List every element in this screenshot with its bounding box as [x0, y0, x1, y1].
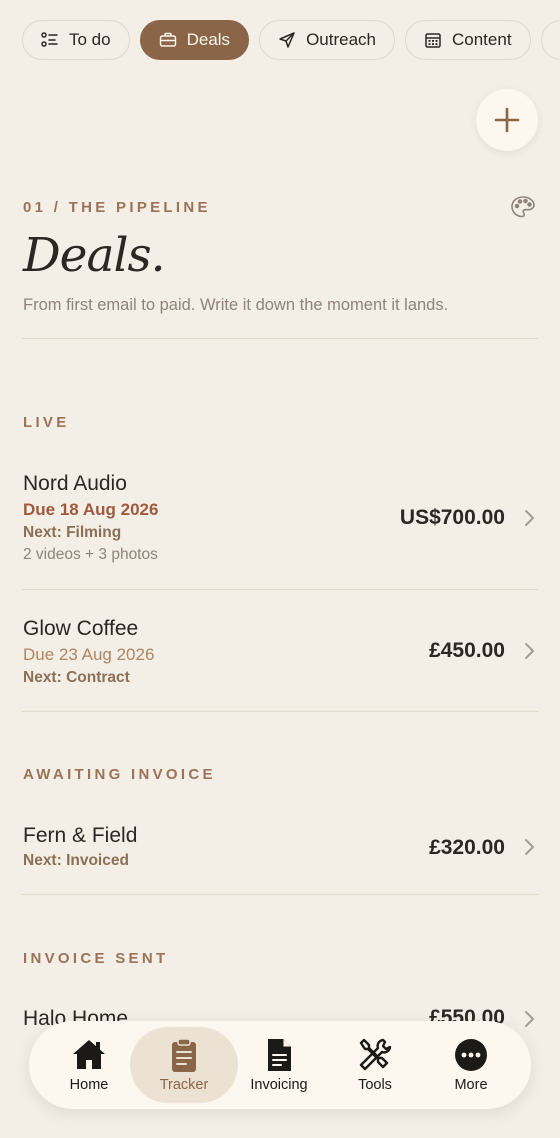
more-icon — [455, 1039, 487, 1071]
tools-icon — [359, 1038, 392, 1071]
chevron-right-icon — [525, 839, 534, 855]
deal-amount: £320.00 — [429, 836, 505, 859]
nav-label: Tools — [358, 1077, 392, 1093]
nav-more[interactable]: More — [417, 1027, 525, 1103]
tab-deals[interactable]: Deals — [139, 20, 250, 60]
palette-icon[interactable] — [510, 195, 536, 219]
tab-more-overflow[interactable] — [540, 20, 560, 60]
bottom-navigation: Home Tracker Invoicing Tools More — [29, 1021, 531, 1109]
row-divider — [22, 589, 538, 590]
deal-deliverables: 2 videos + 3 photos — [23, 546, 158, 563]
nav-tracker[interactable]: Tracker — [130, 1027, 238, 1103]
home-icon — [73, 1040, 105, 1069]
page-subtitle: From first email to paid. Write it down … — [23, 296, 449, 314]
chevron-right-icon — [525, 1011, 534, 1027]
deal-name: Nord Audio — [23, 472, 127, 495]
tab-to-do[interactable]: To do — [22, 20, 130, 60]
tab-outreach[interactable]: Outreach — [259, 20, 395, 60]
tab-label: To do — [69, 30, 111, 49]
tab-label: Outreach — [306, 30, 376, 49]
nav-home[interactable]: Home — [35, 1027, 143, 1103]
chevron-right-icon — [525, 510, 534, 526]
briefcase-icon — [159, 32, 176, 47]
chevron-right-icon — [525, 643, 534, 659]
checklist-icon — [41, 32, 58, 47]
row-divider — [22, 711, 538, 712]
page-title: Deals. — [23, 228, 166, 283]
nav-label: Home — [69, 1077, 109, 1093]
row-divider — [22, 894, 538, 895]
tab-content[interactable]: Content — [405, 20, 531, 60]
section-heading-live: LIVE — [23, 414, 70, 431]
section-heading-awaiting-invoice: AWAITING INVOICE — [23, 766, 216, 783]
nav-tools[interactable]: Tools — [321, 1027, 429, 1103]
calendar-icon — [425, 33, 441, 48]
clipboard-icon — [172, 1038, 196, 1072]
document-icon — [268, 1039, 291, 1071]
header-divider — [22, 338, 538, 339]
deal-row[interactable]: Fern & Field Next: Invoiced £320.00 — [23, 823, 538, 875]
page-eyebrow: 01 / THE PIPELINE — [23, 199, 211, 216]
tab-label: Deals — [186, 30, 231, 49]
add-deal-button[interactable] — [476, 89, 538, 151]
deal-next-step: Next: Contract — [23, 669, 130, 686]
plus-icon — [494, 107, 520, 133]
deal-amount: £450.00 — [429, 639, 505, 662]
deal-amount: US$700.00 — [399, 506, 505, 529]
nav-label: Tracker — [159, 1077, 209, 1093]
section-tabs: To do Deals Outreach Content — [22, 20, 560, 60]
nav-invoicing[interactable]: Invoicing — [225, 1027, 333, 1103]
deal-row[interactable]: Glow Coffee Due 23 Aug 2026 Next: Contra… — [23, 616, 538, 692]
nav-label: More — [454, 1077, 488, 1093]
section-heading-invoice-sent: INVOICE SENT — [23, 950, 169, 967]
deal-row[interactable]: Nord Audio Due 18 Aug 2026 Next: Filming… — [23, 471, 538, 571]
nav-label: Invoicing — [250, 1077, 308, 1093]
paper-plane-icon — [279, 32, 295, 48]
tab-label: Content — [452, 30, 512, 49]
